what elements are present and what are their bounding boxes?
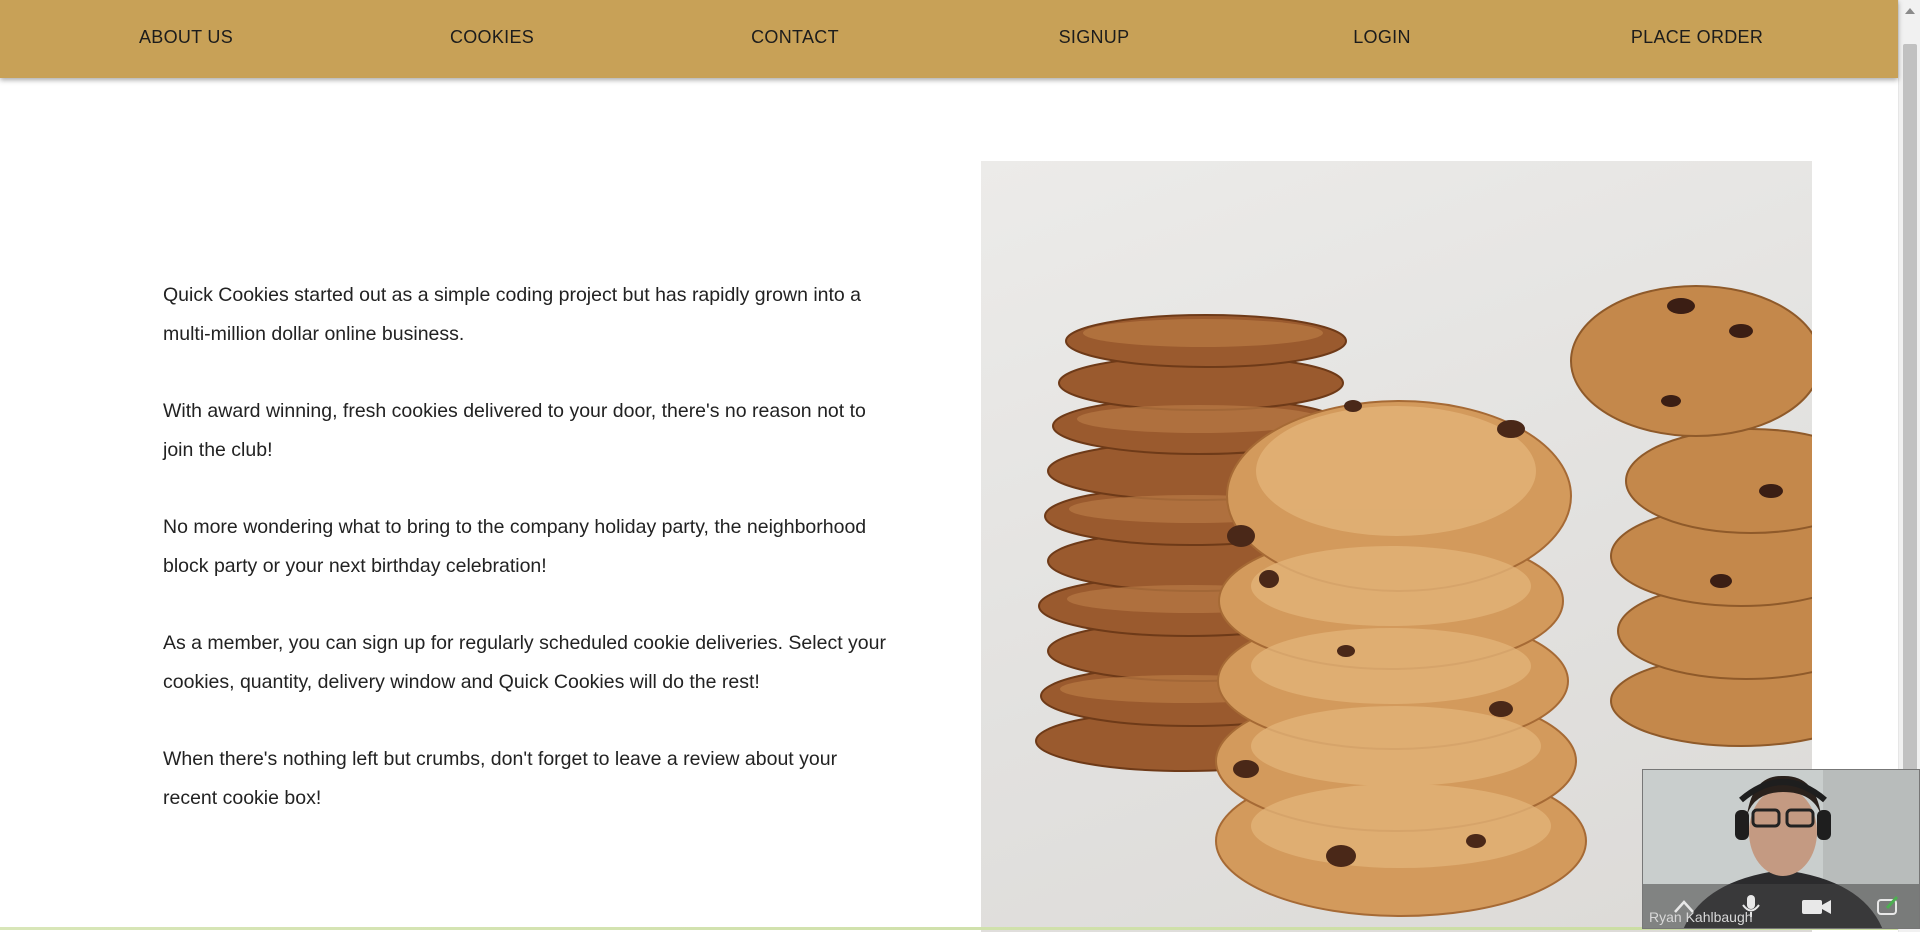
video-call-thumbnail[interactable]: Ryan Kahlbaugh bbox=[1642, 769, 1920, 929]
about-paragraph: No more wondering what to bring to the c… bbox=[163, 516, 867, 577]
nav-link-about-us[interactable]: ABOUT US bbox=[139, 27, 233, 48]
camera-icon[interactable] bbox=[1801, 894, 1831, 918]
share-screen-icon[interactable] bbox=[1875, 894, 1901, 918]
nav-link-place-order[interactable]: PLACE ORDER bbox=[1631, 27, 1763, 48]
top-navigation: ABOUT US COOKIES CONTACT SIGNUP LOGIN PL… bbox=[0, 0, 1898, 78]
about-section: Quick Cookies started out as a simple co… bbox=[163, 276, 893, 856]
nav-link-contact[interactable]: CONTACT bbox=[751, 27, 839, 48]
scroll-up-arrow-icon[interactable] bbox=[1905, 8, 1915, 14]
about-paragraph: As a member, you can sign up for regular… bbox=[163, 632, 886, 693]
participant-name: Ryan Kahlbaugh bbox=[1649, 909, 1753, 925]
about-paragraph: Quick Cookies started out as a simple co… bbox=[163, 284, 862, 345]
about-paragraph: When there's nothing left but crumbs, do… bbox=[163, 748, 838, 809]
nav-link-signup[interactable]: SIGNUP bbox=[1059, 27, 1130, 48]
bottom-divider bbox=[0, 927, 1898, 930]
about-paragraph: With award winning, fresh cookies delive… bbox=[163, 400, 866, 461]
nav-link-login[interactable]: LOGIN bbox=[1353, 27, 1411, 48]
call-controls-bar: Ryan Kahlbaugh bbox=[1643, 884, 1919, 928]
nav-link-cookies[interactable]: COOKIES bbox=[450, 27, 534, 48]
